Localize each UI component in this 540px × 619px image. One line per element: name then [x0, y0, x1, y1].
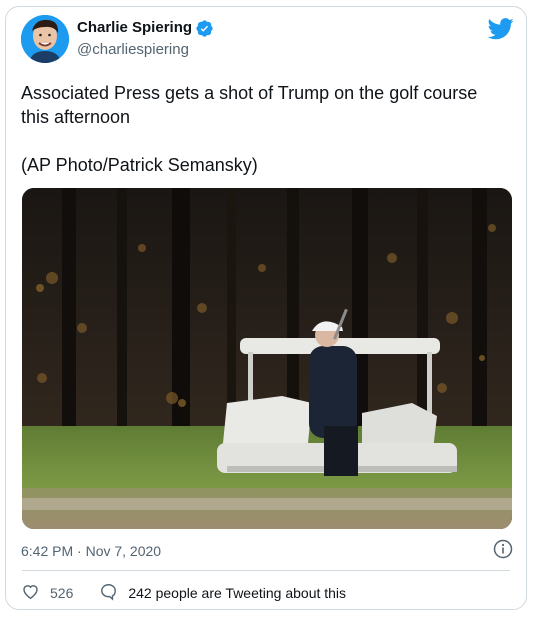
twitter-bird-icon[interactable] — [487, 18, 514, 40]
display-name-row[interactable]: Charlie Spiering — [77, 19, 213, 37]
verified-badge-icon — [196, 19, 213, 37]
action-bar: 526 242 people are Tweeting about this — [21, 582, 346, 604]
tweet-timestamp[interactable]: 6:42 PM · Nov 7, 2020 — [21, 542, 161, 560]
info-icon[interactable] — [493, 539, 513, 559]
tweet-photo[interactable] — [22, 188, 512, 529]
heart-icon — [21, 582, 40, 604]
tweeting-about-label: 242 people are Tweeting about this — [128, 585, 347, 601]
tweet-card: Charlie Spiering @charliespiering Associ… — [5, 6, 527, 610]
handle[interactable]: @charliespiering — [77, 41, 189, 59]
speech-bubble-icon — [99, 582, 118, 604]
tweeting-about-button[interactable]: 242 people are Tweeting about this — [99, 582, 346, 604]
divider — [22, 570, 510, 571]
like-button[interactable]: 526 — [21, 582, 73, 604]
like-count: 526 — [50, 585, 74, 601]
display-name[interactable]: Charlie Spiering — [77, 19, 192, 37]
avatar[interactable] — [21, 15, 69, 63]
tweet-text: Associated Press gets a shot of Trump on… — [21, 83, 478, 175]
